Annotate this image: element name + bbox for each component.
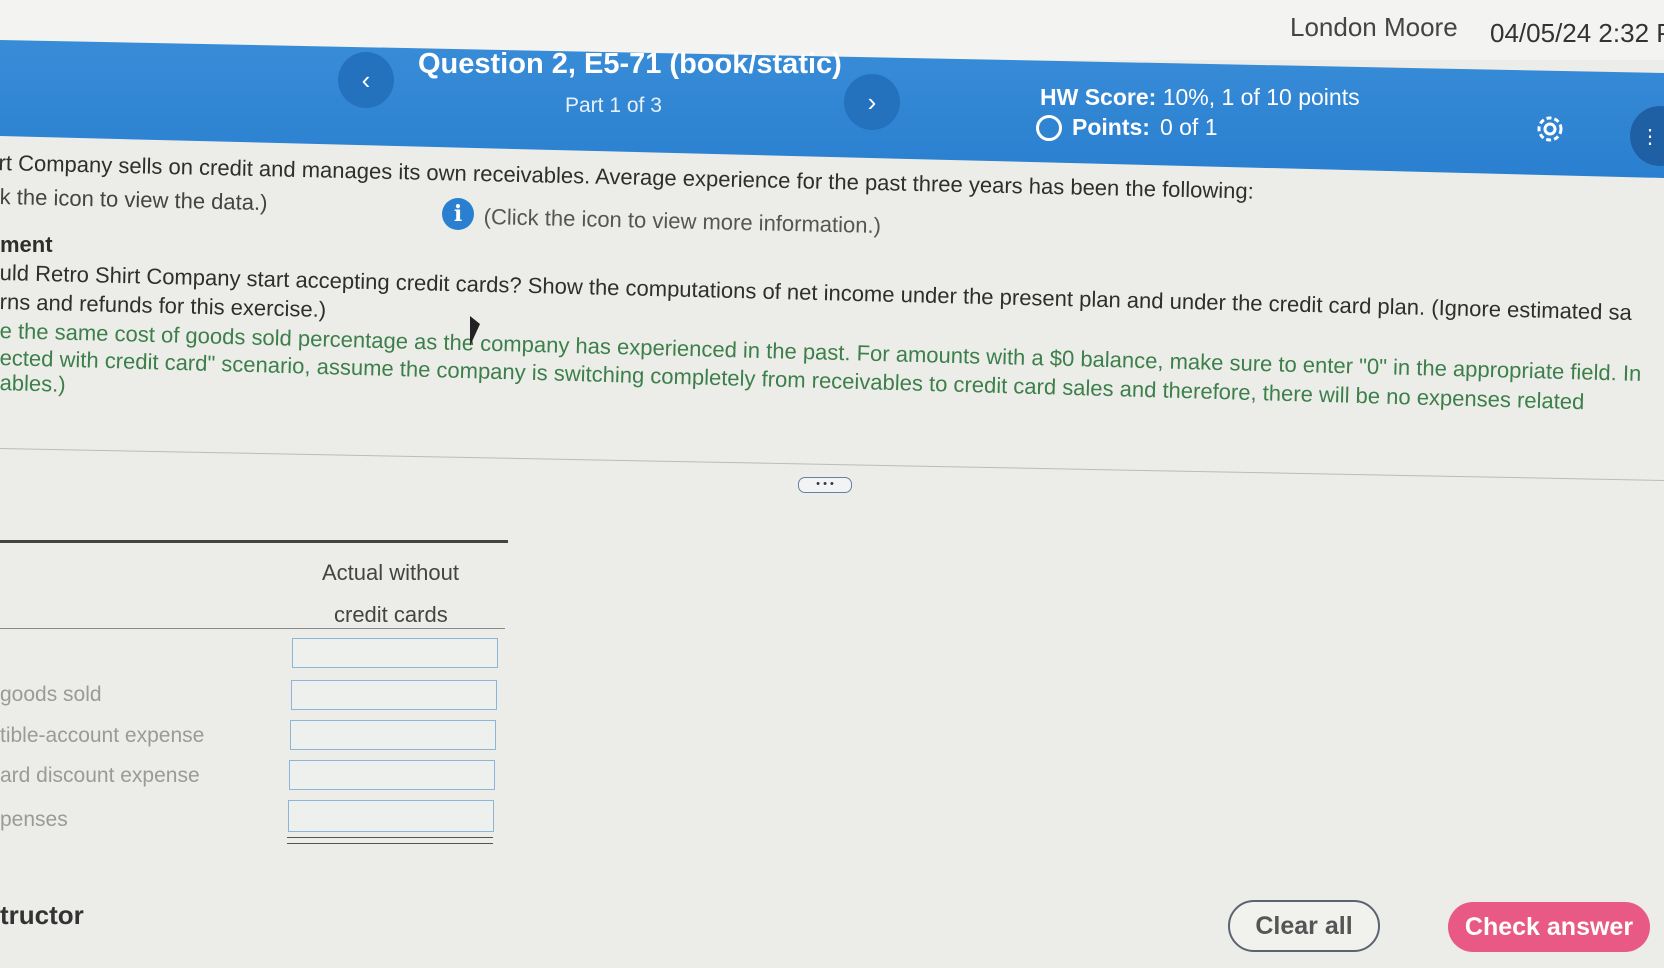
points: Points: 0 of 1 xyxy=(1036,114,1218,141)
ask-instructor-link[interactable]: tructor xyxy=(0,900,84,931)
clear-all-button[interactable]: Clear all xyxy=(1228,900,1380,952)
menu-icon: ⋮ xyxy=(1640,125,1660,148)
points-label: Points: xyxy=(1072,114,1150,140)
next-question-button[interactable]: › xyxy=(844,74,900,130)
user-name: London Moore xyxy=(1290,12,1458,42)
question-title: Question 2, E5-71 (book/static) xyxy=(418,48,842,80)
row-label-credit-card-discount: ard discount expense xyxy=(0,764,200,787)
info-icon[interactable]: i xyxy=(442,198,474,230)
row-label-total-expenses: penses xyxy=(0,808,68,831)
points-value: 0 of 1 xyxy=(1159,114,1218,140)
table-top-rule xyxy=(0,540,508,543)
input-credit-card-discount[interactable] xyxy=(289,760,495,790)
input-cost-of-goods-sold[interactable] xyxy=(291,680,497,710)
check-answer-button[interactable]: Check answer xyxy=(1448,902,1650,952)
input-sales[interactable] xyxy=(292,638,498,668)
requirement-question-cont: rns and refunds for this exercise.) xyxy=(0,289,327,322)
chevron-right-icon: › xyxy=(867,86,877,117)
column-header-cont: credit cards xyxy=(334,602,448,627)
mouse-cursor-icon xyxy=(470,316,480,346)
view-data-text: k the icon to view the data.) xyxy=(0,184,268,216)
previous-question-button[interactable]: ‹ xyxy=(338,52,394,108)
row-label-cost-of-goods-sold: goods sold xyxy=(0,683,102,706)
hw-score-label: HW Score: xyxy=(1040,84,1157,110)
input-total-expenses[interactable] xyxy=(288,800,494,832)
hw-score-value: 10%, 1 of 10 points xyxy=(1162,84,1360,110)
total-double-rule xyxy=(287,843,493,844)
column-header: Actual without xyxy=(322,560,459,585)
column-header-rule xyxy=(0,628,505,629)
chevron-left-icon: ‹ xyxy=(361,64,371,95)
input-uncollectible-expense[interactable] xyxy=(290,720,496,750)
note-line-3: ables.) xyxy=(0,370,67,397)
hw-score: HW Score: 10%, 1 of 10 points xyxy=(1040,84,1360,111)
expand-handle[interactable]: • • • xyxy=(798,477,852,493)
requirement-title: ment xyxy=(0,232,53,257)
question-part: Part 1 of 3 xyxy=(565,94,662,117)
total-rule xyxy=(287,837,493,838)
more-info-text: (Click the icon to view more information… xyxy=(483,204,882,239)
settings-gear-icon[interactable] xyxy=(1533,112,1567,146)
row-label-uncollectible-expense: tible-account expense xyxy=(0,724,205,747)
points-status-icon xyxy=(1036,114,1062,141)
timestamp: 04/05/24 2:32 P xyxy=(1490,18,1664,48)
